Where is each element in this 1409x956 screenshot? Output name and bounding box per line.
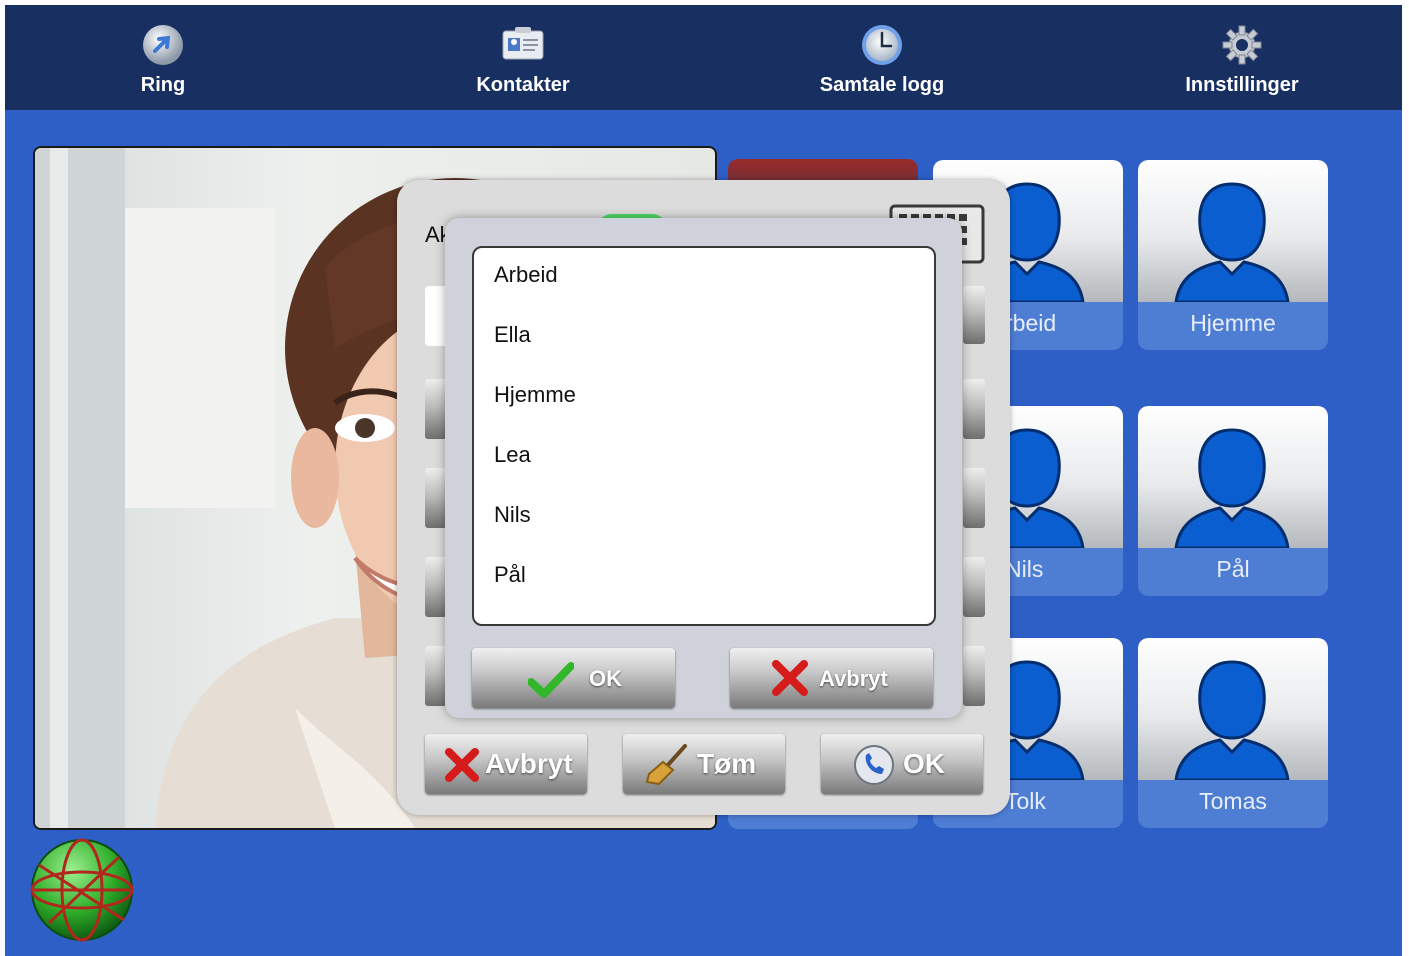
contact-name: Pål <box>1216 556 1250 582</box>
picker-cancel-button[interactable]: Avbryt <box>730 648 933 708</box>
list-item-label: Pål <box>494 562 526 587</box>
red-x-icon <box>772 660 808 696</box>
person-silhouette-icon <box>1174 182 1290 302</box>
globe-network-icon[interactable] <box>29 835 139 945</box>
nav-ring[interactable]: Ring <box>63 5 263 110</box>
contact-photo <box>1138 638 1328 780</box>
contact-picker-popup: Arbeid Ella Hjemme Lea Nils Pål OK Avbry… <box>445 218 962 718</box>
dialpad-key[interactable] <box>425 557 447 617</box>
dialog-cancel-button[interactable]: Avbryt <box>425 734 587 794</box>
call-arrow-icon <box>143 25 183 65</box>
picker-ok-button[interactable]: OK <box>472 648 675 708</box>
dialog-ok-button[interactable]: OK <box>821 734 983 794</box>
dialpad-key[interactable] <box>963 646 985 706</box>
dialog-ok-label: OK <box>903 748 945 779</box>
picker-cancel-label: Avbryt <box>819 666 888 691</box>
contact-tile-pal[interactable]: Pål <box>1138 406 1328 596</box>
dialog-clear-button[interactable]: Tøm <box>623 734 785 794</box>
contact-name: Hjemme <box>1190 310 1276 336</box>
contact-name: Tomas <box>1199 788 1267 814</box>
person-silhouette-icon <box>1174 660 1290 780</box>
dialpad-key[interactable] <box>425 468 447 528</box>
contact-photo <box>1138 406 1328 548</box>
contact-tile-tomas[interactable]: Tomas <box>1138 638 1328 828</box>
list-item[interactable]: Ella <box>474 308 934 368</box>
dialpad-key[interactable] <box>425 379 447 439</box>
picker-ok-label: OK <box>589 666 622 691</box>
nav-ring-label: Ring <box>140 74 186 96</box>
dialpad-key[interactable] <box>963 557 985 617</box>
clock-icon <box>862 25 902 65</box>
dialog-clear-label: Tøm <box>697 748 757 779</box>
nav-samtale-logg-label: Samtale logg <box>819 74 945 96</box>
broom-icon <box>645 744 687 786</box>
dialpad-key[interactable] <box>963 468 985 528</box>
dialpad-key[interactable] <box>425 646 447 706</box>
nav-kontakter-label: Kontakter <box>476 74 570 96</box>
top-navigation-bar: Ring Kontakter Samtale logg Innstillinge… <box>5 5 1402 110</box>
list-item-label: Hjemme <box>494 382 576 407</box>
red-x-icon <box>445 748 479 782</box>
list-item[interactable]: Hjemme <box>474 368 934 428</box>
dialog-cancel-label: Avbryt <box>485 748 573 779</box>
list-item[interactable]: Nils <box>474 488 934 548</box>
contact-name: Nils <box>1005 556 1044 582</box>
green-check-icon <box>528 662 574 698</box>
contact-name: Tolk <box>1005 788 1046 814</box>
app-window: Ring Kontakter Samtale logg Innstillinge… <box>5 5 1402 956</box>
list-item[interactable]: Pål <box>474 548 934 608</box>
list-item-label: Nils <box>494 502 531 527</box>
contact-name: rbeid <box>1005 310 1057 336</box>
nav-samtale-logg[interactable]: Samtale logg <box>782 5 982 110</box>
dialpad-key[interactable] <box>963 379 985 439</box>
nav-innstillinger[interactable]: Innstillinger <box>1142 5 1342 110</box>
list-item[interactable]: Lea <box>474 428 934 488</box>
contact-picker-list[interactable]: Arbeid Ella Hjemme Lea Nils Pål <box>472 246 936 626</box>
contact-tile-hjemme[interactable]: Hjemme <box>1138 160 1328 350</box>
list-item[interactable]: Arbeid <box>474 248 934 308</box>
gear-icon <box>1222 25 1262 65</box>
phone-call-icon <box>854 745 894 785</box>
dialpad-key[interactable] <box>963 286 985 344</box>
list-item-label: Lea <box>494 442 531 467</box>
nav-kontakter[interactable]: Kontakter <box>423 5 623 110</box>
contact-card-icon <box>502 27 544 60</box>
list-item-label: Arbeid <box>494 262 558 287</box>
list-item-label: Ella <box>494 322 531 347</box>
nav-innstillinger-label: Innstillinger <box>1185 74 1299 96</box>
person-silhouette-icon <box>1174 428 1290 548</box>
contact-photo <box>1138 160 1328 302</box>
